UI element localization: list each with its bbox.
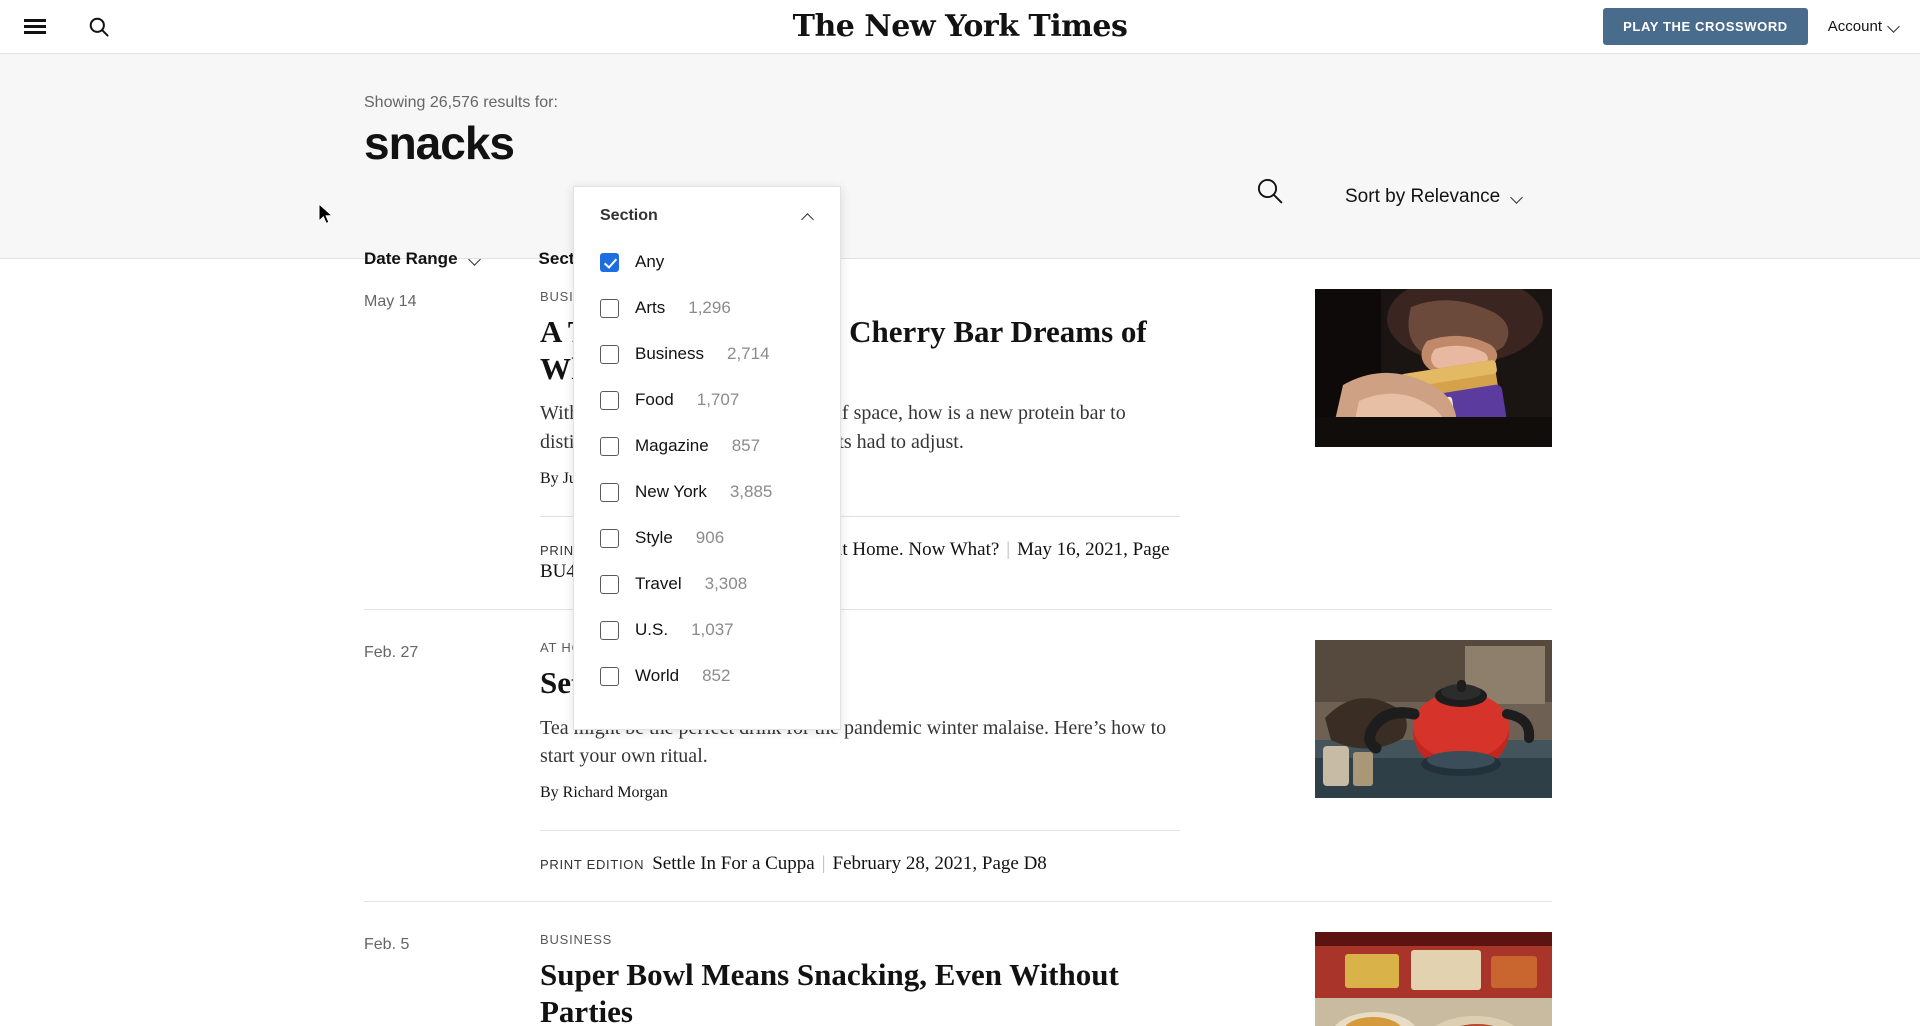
print-edition-label: PRINT EDITION [540,857,645,873]
checkbox-icon[interactable] [600,482,619,502]
section-option-magazine[interactable]: Magazine 857 [600,423,814,469]
section-option-count: 906 [695,528,725,547]
search-result-item[interactable]: Feb. 27 AT HOME Settle In for a Cuppa Te… [364,610,1552,903]
masthead-left-controls [0,10,116,44]
section-option-label: New York [635,482,707,501]
account-menu[interactable]: Account [1828,18,1900,35]
result-kicker: BUSINESS [540,932,613,948]
section-dropdown-title: Section [600,207,658,224]
masthead-search-button[interactable] [82,10,116,44]
section-option-label: Magazine [635,436,709,455]
edit-search-button[interactable] [1255,176,1285,211]
section-option-label: Any [635,252,665,271]
search-results-header: Showing 26,576 results for: snacks Sort … [0,54,1920,268]
section-option-style[interactable]: Style 906 [600,515,814,561]
print-edition-title: Settle In For a Cuppa [652,853,815,875]
search-icon [1257,178,1283,204]
checkbox-icon[interactable] [600,344,619,364]
section-option-count: 2,714 [726,344,770,363]
result-body: BUSINESS Super Bowl Means Snacking, Even… [540,932,1240,1026]
search-query-text: snacks [364,117,515,169]
section-option-any[interactable]: Any [600,239,814,285]
sort-by-label: Sort by Relevance [1345,186,1501,207]
section-option-world[interactable]: World 852 [600,653,814,699]
checkbox-icon[interactable] [600,436,619,456]
section-option-count: 3,308 [704,574,748,593]
search-result-item[interactable]: Feb. 5 BUSINESS Super Bowl Means Snackin… [364,902,1552,1026]
section-option-count: 3,885 [729,482,773,501]
section-option-list: Any Arts 1,296 Business 2,714 Food 1,707 [574,239,840,699]
nyt-logo[interactable]: The New York Times [793,11,1128,42]
chevron-down-icon [1889,21,1900,32]
snack-table-spread-image [1315,932,1552,1026]
result-date: May 14 [364,293,417,310]
search-icon [89,17,109,37]
section-option-label: Arts [635,298,666,317]
section-option-label: Travel [635,574,682,593]
checkbox-icon[interactable] [600,666,619,686]
checkbox-icon[interactable] [600,298,619,318]
section-option-arts[interactable]: Arts 1,296 [600,285,814,331]
section-option-label: U.S. [635,620,669,639]
site-masthead: The New York Times PLAY THE CROSSWORD Ac… [0,0,1920,54]
nyt-search-page: The New York Times PLAY THE CROSSWORD Ac… [0,0,1920,1026]
result-thumbnail[interactable] [1315,639,1552,798]
section-option-count: 1,296 [688,298,731,317]
section-option-label: Business [635,344,704,363]
section-option-label: Style [635,528,673,547]
hand-holding-protein-bar-image [1315,289,1552,447]
section-dropdown-header[interactable]: Section [574,187,840,239]
search-results-list: May 14 BUSINESS A Tiny Protein-Packed Ch… [0,259,1920,1026]
checkbox-icon[interactable] [600,574,619,594]
result-thumbnail[interactable] [1315,932,1552,1026]
checkbox-checked-icon[interactable] [600,252,619,272]
account-label: Account [1827,18,1882,35]
chevron-up-icon[interactable] [803,211,814,222]
section-option-food[interactable]: Food 1,707 [600,377,814,423]
section-option-label: Food [635,390,674,409]
result-print-edition: PRINT EDITION Settle In For a Cuppa | Febru… [540,830,1180,875]
masthead-right-controls: PLAY THE CROSSWORD Account [1603,8,1920,45]
hamburger-menu-button[interactable] [18,10,52,44]
mouse-cursor [318,203,334,225]
result-thumbnail[interactable] [1315,289,1552,447]
checkbox-icon[interactable] [600,390,619,410]
section-option-new-york[interactable]: New York 3,885 [600,469,814,515]
result-byline: By Richard Morgan [540,784,668,802]
result-headline[interactable]: Super Bowl Means Snacking, Even Without … [540,957,1200,1026]
chevron-down-icon [1512,192,1523,203]
section-option-travel[interactable]: Travel 3,308 [600,561,814,607]
section-option-label: World [635,666,680,685]
result-date: Feb. 5 [364,936,410,954]
checkbox-icon[interactable] [600,620,619,640]
print-edition-separator: | [821,853,826,875]
section-filter-dropdown: Section Any Arts 1,296 Business 2,714 Fo… [573,186,841,730]
section-option-count: 857 [731,436,761,455]
section-option-count: 1,707 [696,390,740,409]
section-option-us[interactable]: U.S. 1,037 [600,607,814,653]
print-edition-separator: | [1006,538,1011,560]
hamburger-icon [24,19,46,34]
result-date: Feb. 27 [364,643,419,661]
play-the-crossword-button[interactable]: PLAY THE CROSSWORD [1603,8,1808,45]
print-edition-date: February 28, 2021, Page D8 [832,853,1047,875]
checkbox-icon[interactable] [600,528,619,548]
results-count-text: Showing 26,576 results for: [364,94,558,111]
section-option-count: 1,037 [691,620,734,639]
sort-by-dropdown[interactable]: Sort by Relevance [1345,186,1523,208]
red-teapot-pouring-image [1315,639,1552,798]
section-option-count: 852 [702,666,731,685]
search-result-item[interactable]: May 14 BUSINESS A Tiny Protein-Packed Ch… [364,259,1552,610]
section-option-business[interactable]: Business 2,714 [600,331,814,377]
